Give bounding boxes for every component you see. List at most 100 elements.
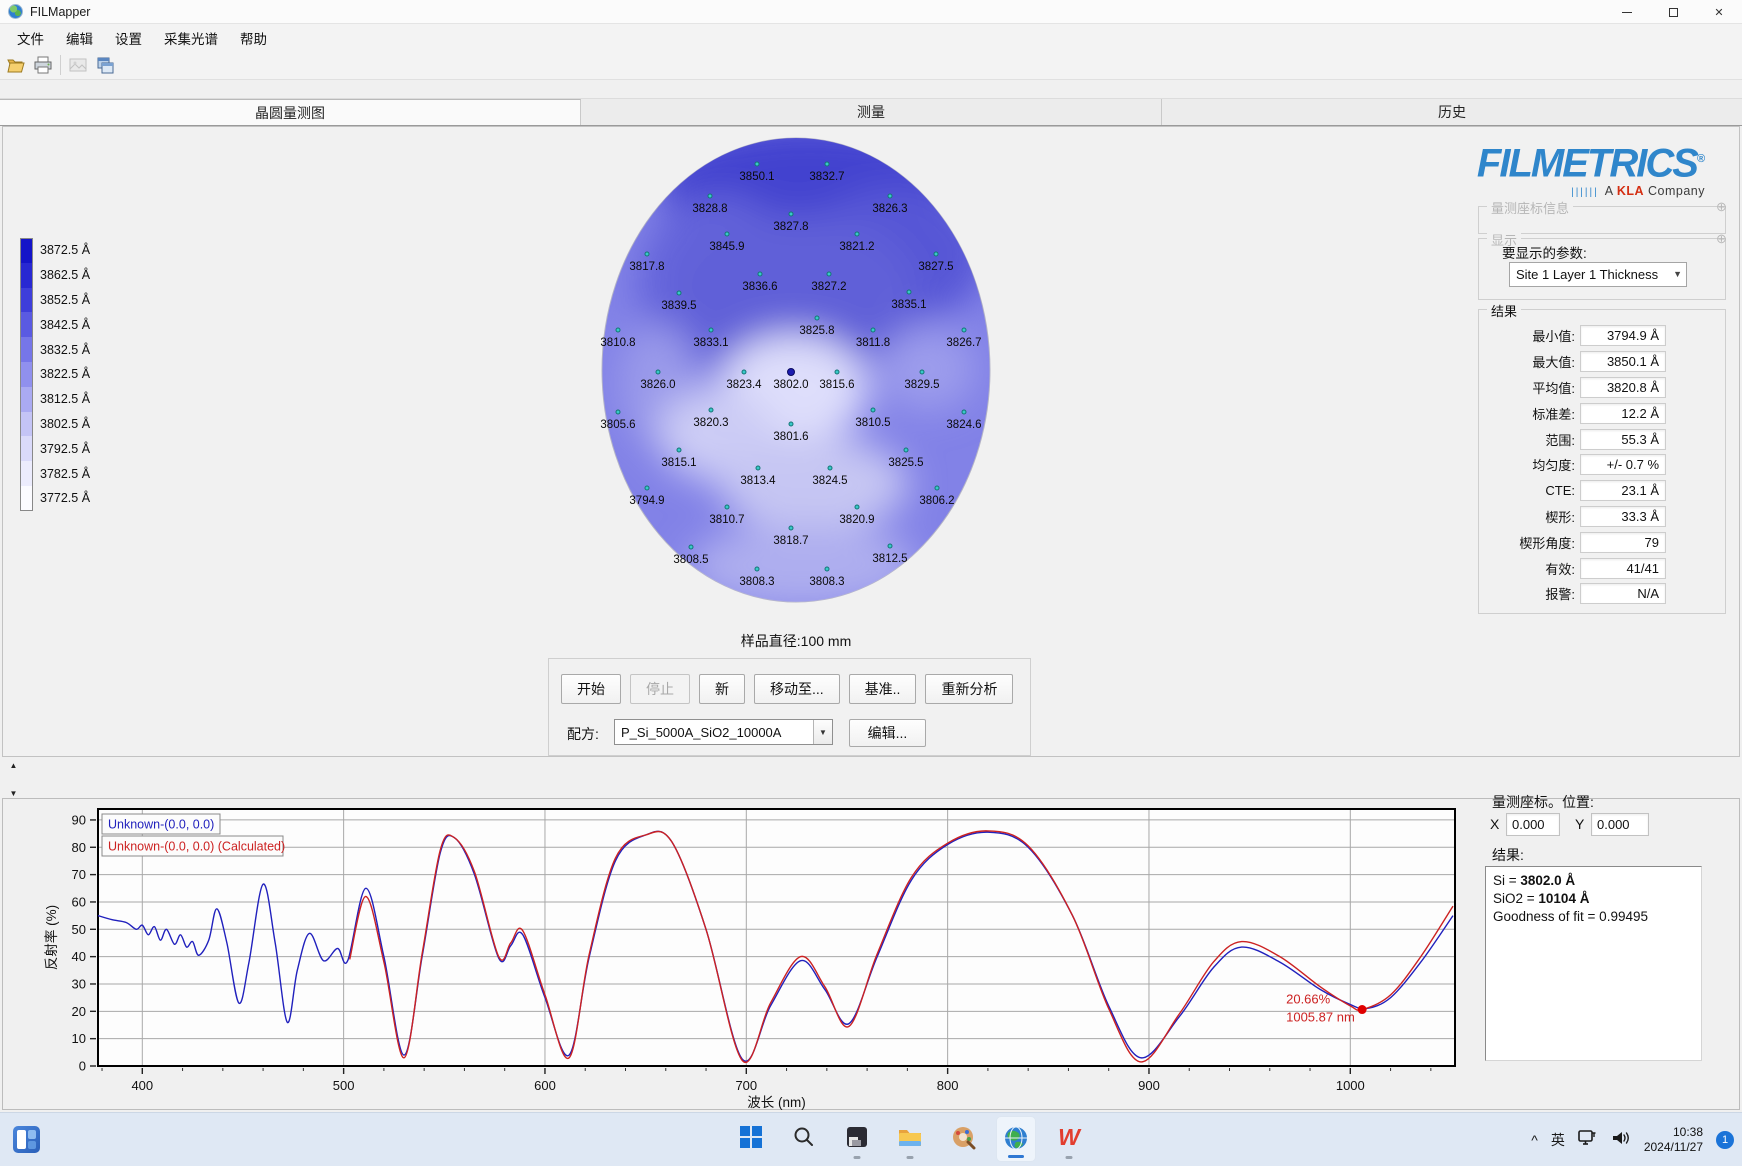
- wafer-point-dot[interactable]: [724, 231, 730, 237]
- menu-item-4[interactable]: 帮助: [229, 25, 278, 51]
- wafer-point-dot[interactable]: [754, 566, 760, 572]
- taskbar-clock[interactable]: 10:38 2024/11/27: [1644, 1125, 1703, 1155]
- recipe-select[interactable]: P_Si_5000A_SiO2_10000A ▼: [614, 719, 833, 745]
- wafer-point-dot[interactable]: [615, 409, 621, 415]
- wafer-point-dot[interactable]: [676, 290, 682, 296]
- widgets-icon[interactable]: [13, 1126, 40, 1153]
- wafer-point-dot[interactable]: [757, 271, 763, 277]
- wafer-point-dot[interactable]: [827, 465, 833, 471]
- wafer-point-dot[interactable]: [870, 327, 876, 333]
- control-button-2[interactable]: 新: [699, 674, 745, 704]
- control-button-3[interactable]: 移动至...: [754, 674, 840, 704]
- wafer-point-dot[interactable]: [961, 409, 967, 415]
- scale-entry: 3802.5 Å: [20, 411, 90, 437]
- result-value: 3820.8 Å: [1580, 376, 1666, 398]
- file-explorer-button[interactable]: [890, 1116, 930, 1162]
- wafer-point-dot[interactable]: [887, 543, 893, 549]
- wafer-point-dot[interactable]: [788, 211, 794, 217]
- wafer-point-dot[interactable]: [741, 369, 747, 375]
- copy-window-icon[interactable]: [93, 53, 117, 77]
- chevron-down-icon[interactable]: ▼: [813, 720, 832, 744]
- wafer-point-dot[interactable]: [688, 544, 694, 550]
- volume-icon[interactable]: [1611, 1129, 1631, 1152]
- wafer-point-dot[interactable]: [644, 485, 650, 491]
- input-language-indicator[interactable]: 英: [1551, 1130, 1565, 1150]
- scale-label: 3772.5 Å: [40, 491, 91, 506]
- search-button[interactable]: [784, 1116, 824, 1162]
- wafer-point-dot[interactable]: [824, 161, 830, 167]
- wafer-point-dot[interactable]: [724, 504, 730, 510]
- wafer-point-dot[interactable]: [787, 368, 795, 376]
- wafer-point-dot[interactable]: [870, 407, 876, 413]
- wafer-point-dot[interactable]: [644, 251, 650, 257]
- wafer-point-value: 3823.4: [726, 379, 762, 391]
- wafer-point-value: 3811.8: [855, 337, 891, 349]
- minimize-button[interactable]: [1604, 0, 1650, 24]
- wafer-point-dot[interactable]: [788, 525, 794, 531]
- paint-app-button[interactable]: [943, 1116, 983, 1162]
- wafer-point-dot[interactable]: [755, 465, 761, 471]
- snapshot-icon[interactable]: [66, 53, 90, 77]
- wafer-point-dot[interactable]: [933, 251, 939, 257]
- splitter-up-arrow[interactable]: ▲: [6, 758, 21, 772]
- expand-icon[interactable]: ⊕: [1716, 199, 1727, 215]
- y-label: Y: [1575, 816, 1585, 832]
- wafer-point-dot[interactable]: [854, 231, 860, 237]
- taskbar-app-photos[interactable]: [837, 1116, 877, 1162]
- maximize-button[interactable]: [1650, 0, 1696, 24]
- tab-1[interactable]: 测量: [581, 99, 1162, 125]
- notification-badge[interactable]: 1: [1716, 1131, 1734, 1149]
- start-button[interactable]: [731, 1116, 771, 1162]
- param-to-display-label: 要显示的参数:: [1502, 246, 1587, 261]
- wafer-point-value: 3808.5: [673, 554, 709, 566]
- tab-0[interactable]: 晶圆量测图: [0, 99, 581, 125]
- wafer-point-dot[interactable]: [824, 566, 830, 572]
- tab-2[interactable]: 历史: [1162, 99, 1742, 125]
- network-icon[interactable]: [1578, 1129, 1598, 1152]
- wafer-point-dot[interactable]: [903, 447, 909, 453]
- y-tick-label: 40: [72, 949, 86, 964]
- control-button-5[interactable]: 重新分析: [925, 674, 1014, 704]
- y-input[interactable]: 0.000: [1591, 813, 1649, 836]
- wafer-point-dot[interactable]: [754, 161, 760, 167]
- wafer-point-dot[interactable]: [826, 271, 832, 277]
- wps-office-button[interactable]: W: [1049, 1116, 1089, 1162]
- wafer-point-dot[interactable]: [707, 193, 713, 199]
- print-icon[interactable]: [31, 53, 55, 77]
- x-input[interactable]: 0.000: [1506, 813, 1560, 836]
- menu-item-3[interactable]: 采集光谱: [153, 25, 229, 51]
- result-value: 12.2 Å: [1580, 402, 1666, 424]
- x-tick-label: 900: [1138, 1078, 1160, 1093]
- wafer-point-dot[interactable]: [615, 327, 621, 333]
- expand-icon[interactable]: ⊕: [1716, 231, 1727, 247]
- param-select[interactable]: Site 1 Layer 1 Thickness ▼: [1509, 262, 1687, 287]
- scale-label: 3822.5 Å: [40, 367, 91, 382]
- control-button-4[interactable]: 基准..: [848, 674, 917, 704]
- menu-item-1[interactable]: 编辑: [55, 25, 104, 51]
- wafer-point-dot[interactable]: [708, 327, 714, 333]
- edit-recipe-button[interactable]: 编辑...: [849, 719, 926, 747]
- wafer-point-dot[interactable]: [708, 407, 714, 413]
- wafer-point-dot[interactable]: [788, 421, 794, 427]
- tray-expand-icon[interactable]: ^: [1531, 1132, 1538, 1148]
- wafer-point-dot[interactable]: [961, 327, 967, 333]
- close-button[interactable]: ✕: [1696, 0, 1742, 24]
- spectrum-chart[interactable]: 0 10 20 30 40 50 60 70 80 90 400 500 600 700 800 900 100…: [30, 800, 1490, 1112]
- wafer-point-dot[interactable]: [814, 315, 820, 321]
- filmapper-taskbar-button[interactable]: [996, 1116, 1036, 1162]
- wafer-point-dot[interactable]: [655, 369, 661, 375]
- wafer-point-dot[interactable]: [934, 485, 940, 491]
- wafer-point-dot[interactable]: [854, 504, 860, 510]
- wafer-point-dot[interactable]: [834, 369, 840, 375]
- control-button-0[interactable]: 开始: [561, 674, 621, 704]
- menu-item-0[interactable]: 文件: [6, 25, 55, 51]
- menu-item-2[interactable]: 设置: [104, 25, 153, 51]
- wafer-point-dot[interactable]: [887, 193, 893, 199]
- open-file-icon[interactable]: [4, 53, 28, 77]
- wafer-point-dot[interactable]: [919, 369, 925, 375]
- legend-label: Unknown-(0.0, 0.0) (Calculated): [108, 840, 285, 854]
- result-label: 平均值:: [1532, 380, 1575, 396]
- scale-swatch: [20, 436, 33, 462]
- wafer-point-dot[interactable]: [906, 289, 912, 295]
- wafer-point-dot[interactable]: [676, 447, 682, 453]
